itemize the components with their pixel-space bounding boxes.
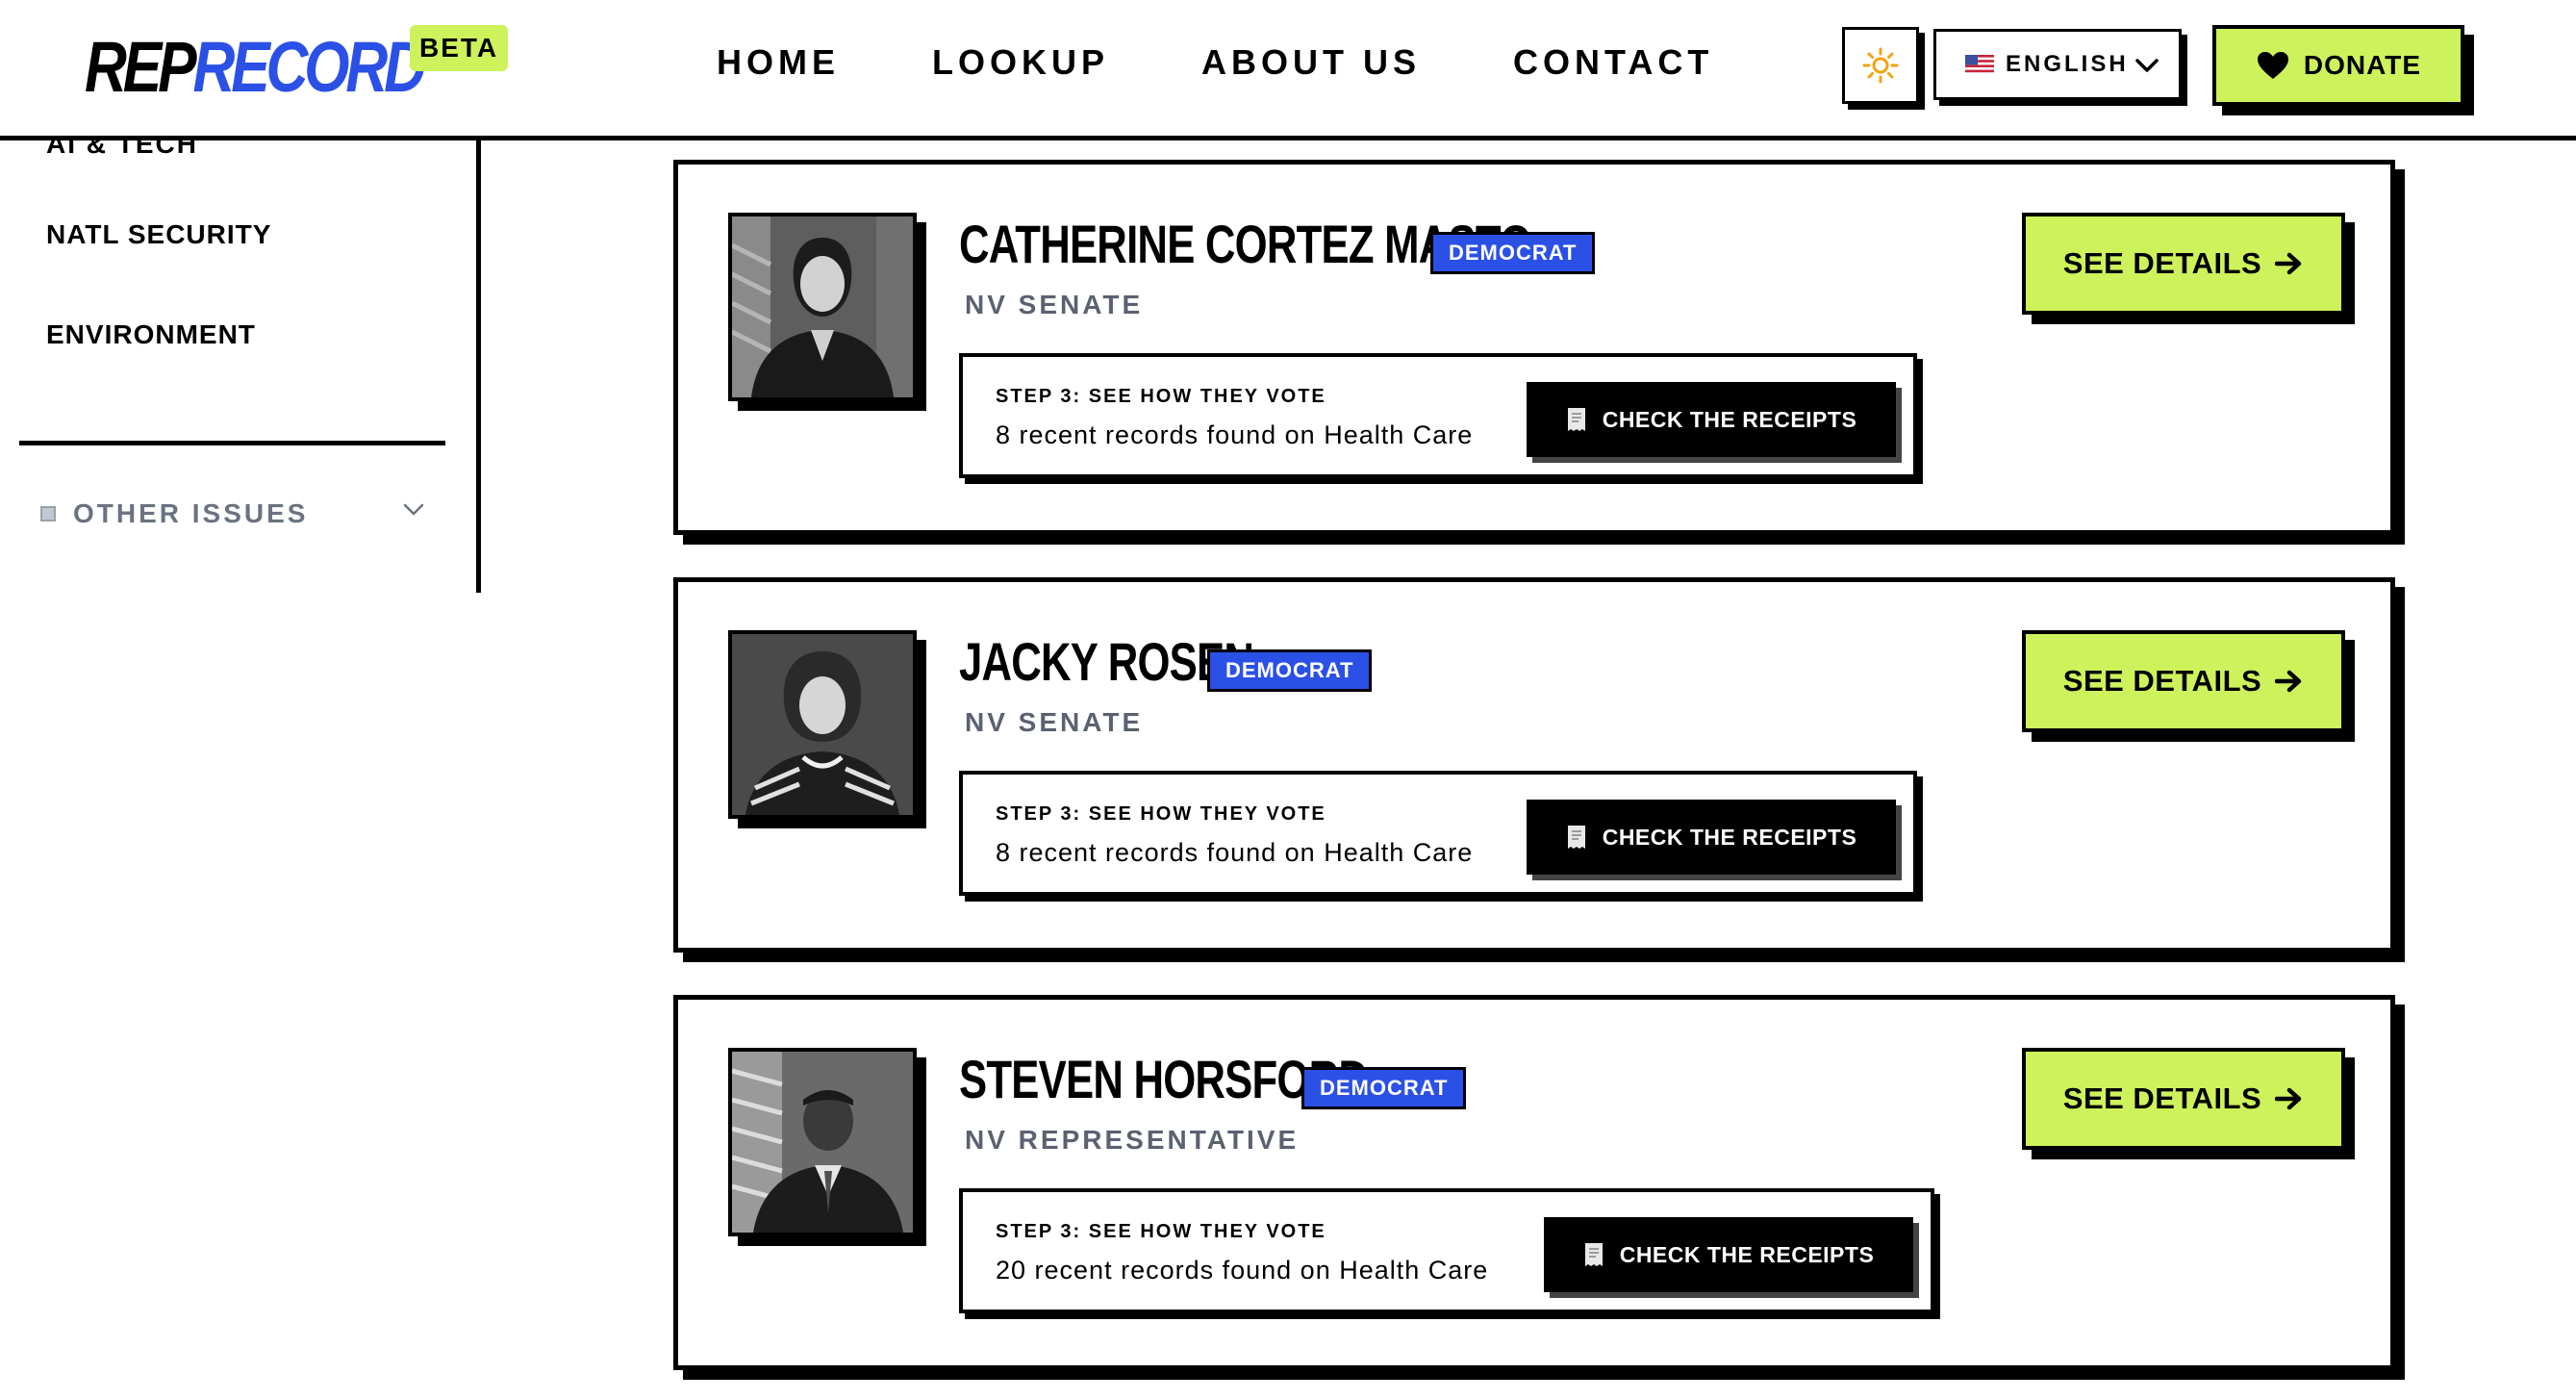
rep-photo	[728, 1048, 917, 1236]
checkbox-icon	[40, 506, 56, 521]
sidebar-item-environment[interactable]: ENVIRONMENT	[46, 319, 256, 350]
receipts-label: CHECK THE RECEIPTS	[1619, 1241, 1875, 1267]
step-title: STEP 3: SEE HOW THEY VOTE	[996, 803, 1326, 825]
step-title: STEP 3: SEE HOW THEY VOTE	[996, 1221, 1326, 1242]
language-select[interactable]: ENGLISH	[1933, 29, 2182, 100]
site-header: REPRECORD BETA HOME LOOKUP ABOUT US CONT…	[0, 0, 2576, 140]
nav-home[interactable]: HOME	[717, 38, 840, 87]
see-details-label: SEE DETAILS	[2062, 664, 2262, 698]
see-details-label: SEE DETAILS	[2062, 246, 2262, 280]
beta-badge: BETA	[410, 25, 509, 71]
receipt-icon	[1567, 408, 1585, 431]
rep-card: JACKY ROSEN DEMOCRAT NV SENATE STEP 3: S…	[673, 577, 2395, 953]
records-count: 20 recent records found on Health Care	[996, 1256, 1489, 1285]
rep-office: NV REPRESENTATIVE	[965, 1125, 1300, 1155]
receipts-label: CHECK THE RECEIPTS	[1602, 824, 1857, 850]
party-badge: DEMOCRAT	[1207, 649, 1373, 692]
party-badge: DEMOCRAT	[1430, 232, 1596, 274]
vote-step-box: STEP 3: SEE HOW THEY VOTE 8 recent recor…	[959, 353, 1917, 478]
nav-about-us[interactable]: ABOUT US	[1201, 38, 1421, 87]
rep-card: STEVEN HORSFORD DEMOCRAT NV REPRESENTATI…	[673, 995, 2395, 1370]
receipt-icon	[1584, 1243, 1603, 1266]
rep-office: NV SENATE	[965, 290, 1144, 319]
other-issues-label: OTHER ISSUES	[73, 498, 309, 528]
arrow-right-icon	[2275, 252, 2302, 275]
vote-step-box: STEP 3: SEE HOW THEY VOTE 8 recent recor…	[959, 771, 1917, 896]
other-issues-dropdown[interactable]: OTHER ISSUES	[40, 495, 425, 533]
see-details-button[interactable]: SEE DETAILS	[2022, 1048, 2345, 1150]
check-receipts-button[interactable]: CHECK THE RECEIPTS	[1527, 382, 1896, 457]
logo-rep: REP	[85, 27, 197, 107]
heart-icon	[2257, 52, 2288, 79]
receipt-icon	[1567, 826, 1585, 849]
rep-photo	[728, 630, 917, 819]
records-count: 8 recent records found on Health Care	[996, 420, 1474, 449]
sun-icon	[1862, 47, 1899, 84]
arrow-right-icon	[2275, 1087, 2302, 1110]
check-receipts-button[interactable]: CHECK THE RECEIPTS	[1544, 1217, 1913, 1292]
nav-contact[interactable]: CONTACT	[1513, 38, 1713, 87]
see-details-button[interactable]: SEE DETAILS	[2022, 213, 2345, 315]
see-details-label: SEE DETAILS	[2062, 1081, 2262, 1115]
arrow-right-icon	[2275, 670, 2302, 693]
issues-sidebar: AI & TECH NATL SECURITY ENVIRONMENT OTHE…	[0, 129, 481, 593]
theme-toggle-button[interactable]	[1842, 27, 1919, 104]
rep-photo	[728, 213, 917, 401]
step-title: STEP 3: SEE HOW THEY VOTE	[996, 386, 1326, 407]
vote-step-box: STEP 3: SEE HOW THEY VOTE 20 recent reco…	[959, 1188, 1934, 1313]
see-details-button[interactable]: SEE DETAILS	[2022, 630, 2345, 732]
check-receipts-button[interactable]: CHECK THE RECEIPTS	[1527, 800, 1896, 875]
us-flag-icon	[1965, 55, 1994, 74]
rep-office: NV SENATE	[965, 707, 1144, 737]
donate-button[interactable]: DONATE	[2212, 25, 2464, 106]
chevron-down-icon	[403, 503, 424, 516]
donate-label: DONATE	[2303, 50, 2422, 80]
logo-record: RECORD	[192, 27, 425, 107]
logo-wordmark: REPRECORD	[85, 27, 426, 107]
sidebar-divider	[19, 441, 445, 445]
nav-lookup[interactable]: LOOKUP	[932, 38, 1109, 87]
rep-card: CATHERINE CORTEZ MASTO DEMOCRAT NV SENAT…	[673, 160, 2395, 535]
main-nav: HOME LOOKUP ABOUT US CONTACT	[717, 38, 1713, 87]
party-badge: DEMOCRAT	[1301, 1067, 1467, 1109]
records-count: 8 recent records found on Health Care	[996, 838, 1474, 867]
site-logo[interactable]: REPRECORD BETA	[85, 25, 509, 107]
chevron-down-icon	[2135, 59, 2159, 72]
language-label: ENGLISH	[2006, 51, 2129, 77]
sidebar-item-natl-security[interactable]: NATL SECURITY	[46, 219, 271, 250]
receipts-label: CHECK THE RECEIPTS	[1602, 406, 1857, 432]
